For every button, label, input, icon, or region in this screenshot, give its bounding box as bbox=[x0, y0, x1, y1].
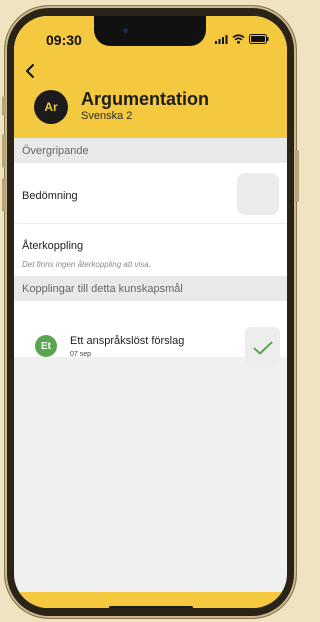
power-button bbox=[295, 150, 299, 202]
home-indicator[interactable] bbox=[109, 606, 193, 608]
page-subtitle: Svenska 2 bbox=[81, 110, 133, 122]
section-header-label: Kopplingar till detta kunskapsmål bbox=[22, 282, 183, 295]
volume-up-button bbox=[2, 134, 6, 168]
feedback-label: Återkoppling bbox=[22, 240, 84, 252]
assessment-grade-box[interactable] bbox=[237, 173, 279, 215]
subject-avatar: Ar bbox=[34, 90, 68, 124]
assessment-label: Bedömning bbox=[22, 190, 78, 202]
notch bbox=[94, 16, 206, 46]
item-avatar: Et bbox=[35, 335, 57, 357]
status-icons bbox=[215, 34, 269, 44]
mute-switch bbox=[2, 96, 6, 116]
section-header-links: Kopplingar till detta kunskapsmål bbox=[14, 276, 287, 301]
section-header-overview: Övergripande bbox=[14, 138, 287, 163]
signal-icon bbox=[215, 34, 228, 44]
camera bbox=[123, 28, 128, 33]
phone-screen: 09:30 Ar Argumentation Svenska 2 Övergri… bbox=[14, 16, 287, 608]
wifi-icon bbox=[232, 34, 245, 44]
page-title: Argumentation bbox=[81, 89, 209, 109]
back-button[interactable] bbox=[24, 62, 40, 82]
feedback-empty-note: Det finns ingen återkoppling att visa. bbox=[22, 260, 151, 269]
volume-down-button bbox=[2, 178, 6, 212]
status-time: 09:30 bbox=[46, 32, 82, 48]
checkmark-icon bbox=[253, 341, 272, 354]
item-check-button[interactable] bbox=[245, 327, 280, 368]
battery-icon bbox=[249, 34, 269, 44]
section-header-label: Övergripande bbox=[22, 144, 89, 157]
item-title: Ett anspråkslöst förslag bbox=[70, 335, 185, 347]
item-date: 07 sep bbox=[70, 351, 92, 358]
chevron-left-icon bbox=[26, 64, 34, 78]
